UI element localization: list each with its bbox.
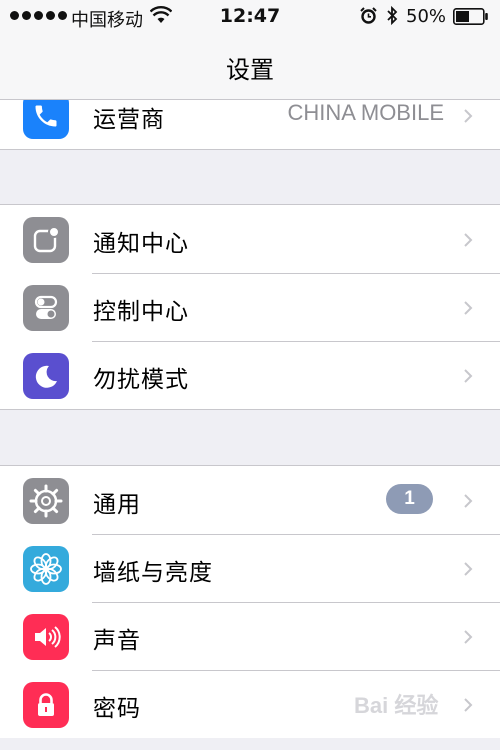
chevron-right-icon — [464, 630, 473, 644]
chevron-right-icon — [464, 233, 473, 247]
row-label: 运营商 — [93, 107, 165, 133]
page-title: 设置 — [226, 56, 274, 84]
row-notification-center[interactable]: 通知中心 — [0, 205, 500, 273]
chevron-right-icon — [464, 301, 473, 315]
row-wallpaper-brightness[interactable]: 墙纸与亮度 — [0, 534, 500, 602]
notifications-group: 通知中心 控制中心 勿扰模式 — [0, 204, 500, 410]
row-label: 勿扰模式 — [93, 367, 189, 393]
chevron-right-icon — [464, 109, 473, 123]
row-label: 控制中心 — [93, 299, 189, 325]
moon-icon — [23, 353, 69, 399]
chevron-right-icon — [464, 698, 473, 712]
flower-icon — [23, 546, 69, 592]
navigation-bar: 中国移动 12:47 50% 设置 — [0, 0, 500, 100]
row-label: 通知中心 — [93, 231, 189, 257]
carrier-value: CHINA MOBILE — [287, 100, 444, 125]
row-general[interactable]: 通用 1 — [0, 466, 500, 534]
status-bar: 中国移动 12:47 50% — [0, 0, 500, 34]
update-count-badge: 1 — [386, 484, 433, 514]
row-label: 密码 — [93, 696, 141, 722]
notification-center-icon — [23, 217, 69, 263]
row-do-not-disturb[interactable]: 勿扰模式 — [0, 341, 500, 409]
battery-percent: 50% — [406, 6, 447, 27]
row-label: 通用 — [93, 492, 141, 518]
speaker-icon — [23, 614, 69, 660]
battery-icon — [453, 8, 488, 25]
alarm-icon — [360, 7, 377, 24]
lock-icon — [23, 682, 69, 728]
row-label: 声音 — [93, 628, 141, 654]
watermark: Bai 经验 — [354, 693, 439, 718]
chevron-right-icon — [464, 369, 473, 383]
row-label: 墙纸与亮度 — [93, 560, 213, 586]
row-sounds[interactable]: 声音 — [0, 602, 500, 670]
bluetooth-icon — [387, 5, 398, 26]
row-control-center[interactable]: 控制中心 — [0, 273, 500, 341]
chevron-right-icon — [464, 562, 473, 576]
gear-icon — [23, 478, 69, 524]
chevron-right-icon — [464, 494, 473, 508]
control-center-icon — [23, 285, 69, 331]
